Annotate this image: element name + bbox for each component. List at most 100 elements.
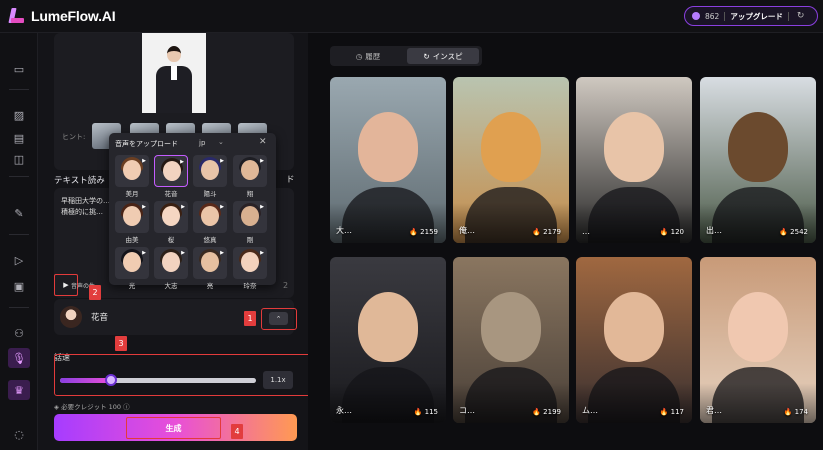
voice-label: 陽斗 [203,190,217,198]
upload-voice-link[interactable]: 音声をアップロード [115,139,178,149]
tile-title: 永… [336,406,352,415]
voice-option[interactable]: ▶ 陽斗 [193,155,227,199]
step-badge-1: 1 [244,311,256,326]
mic-icon[interactable]: 🎙 [8,348,30,368]
voice-label: 花音 [164,190,178,198]
voice-option[interactable]: ▶ 桜 [154,201,188,245]
divider [724,11,726,21]
play-icon[interactable]: ▶ [220,250,224,256]
like-count: 🔥 120 [659,228,684,236]
play-icon[interactable]: ▶ [180,159,184,165]
image-edit-icon[interactable]: ▤ [11,130,27,146]
layers-icon[interactable]: ◫ [11,151,27,167]
tile-title: ム… [582,406,598,415]
voice-option[interactable]: ▶ 亮 [193,247,227,291]
logo[interactable]: LumeFlow.AI [8,7,116,24]
chevron-up-icon: ⌃ [269,312,288,325]
left-rail: ▭ ▨ ▤ ◫ ✎ ▷ ▣ ⚇ 🎙 ♛ ◌ [0,33,38,450]
credits-pill[interactable]: 862 アップグレード ↻ [684,6,818,26]
upgrade-button[interactable]: アップグレード [730,11,783,22]
portrait-image[interactable] [142,33,206,113]
voice-avatar: ▶ [115,155,149,187]
crown-icon[interactable]: ♛ [8,380,30,400]
voice-label: 由美 [125,236,139,244]
clock-icon: ◷ [355,51,363,61]
gallery-tile[interactable]: 俺… 🔥 2179 [453,77,569,243]
tab-inspire[interactable]: ↻ インスピ [407,48,479,64]
gallery-tile[interactable]: … 🔥 120 [576,77,692,243]
voice-avatar: ▶ [193,247,227,279]
play-icon[interactable]: ▶ [181,204,185,210]
play-icon[interactable]: ▶ [220,204,224,210]
logo-icon [8,7,25,24]
selected-voice-row[interactable]: 花音 [54,299,294,335]
tile-title: 俺… [459,226,475,235]
tile-subject [481,292,541,362]
voice-label: 桜 [167,236,175,244]
voice-option[interactable]: ▶ 玲奈 [233,247,267,291]
voice-avatar: ▶ [233,201,267,233]
language-select[interactable]: jp [199,139,205,147]
folder-icon[interactable]: ▭ [11,61,27,77]
photo-edit-icon[interactable]: ✎ [11,205,27,221]
generate-label[interactable]: 生成 [126,417,221,439]
people-icon[interactable]: ⚇ [11,325,27,341]
speed-slider-fill [60,378,111,383]
rail-divider [9,234,29,235]
tab-history[interactable]: ◷ 履歴 [333,48,403,64]
play-icon[interactable]: ▶ [181,250,185,256]
play-icon[interactable]: ▶ [220,158,224,164]
voice-option[interactable]: ▶ 大志 [154,247,188,291]
gallery-tile[interactable]: 出… 🔥 2542 [700,77,816,243]
gallery-tile[interactable]: 君… 🔥 174 [700,257,816,423]
play-icon[interactable]: ▶ [142,250,146,256]
voice-option[interactable]: ▶ 花音 [154,155,188,199]
play-icon[interactable]: ▶ [260,250,264,256]
chevron-down-icon[interactable]: ⌄ [218,138,224,146]
rail-divider [9,307,29,308]
voice-option[interactable]: ▶ 美月 [115,155,149,199]
play-icon[interactable]: ▶ [260,204,264,210]
speed-slider-handle[interactable] [104,374,117,386]
voice-name: 花音 [91,313,109,323]
like-count: 🔥 117 [659,408,684,416]
close-icon[interactable]: ✕ [259,137,267,147]
voice-avatar: ▶ [193,201,227,233]
image-icon[interactable]: ▨ [11,107,27,123]
video-icon[interactable]: ▷ [11,252,27,268]
voice-label: 光 [128,282,136,290]
voice-avatar: ▶ [193,155,227,187]
play-icon[interactable]: ▶ [260,158,264,164]
voice-option[interactable]: ▶ 剛 [233,201,267,245]
image-to-video-icon[interactable]: ▣ [11,278,27,294]
gallery-tile[interactable]: コ… 🔥 2199 [453,257,569,423]
voice-label: 玲奈 [243,282,257,290]
voice-option[interactable]: ▶ 悠真 [193,201,227,245]
gallery-tile[interactable]: 大… 🔥 2159 [330,77,446,243]
tile-subject [604,292,664,362]
tile-subject [728,112,788,182]
gallery-tile[interactable]: ム… 🔥 117 [576,257,692,423]
speed-value[interactable]: 1.1x [263,371,293,389]
tile-title: 出… [706,226,722,235]
voice-option[interactable]: ▶ 光 [115,247,149,291]
voice-option[interactable]: ▶ 由美 [115,201,149,245]
step-badge-2: 2 [89,285,101,300]
like-count: 🔥 2159 [409,228,438,236]
voice-expand-button[interactable]: ⌃ [261,308,297,330]
chat-icon[interactable]: ◌ [11,426,27,442]
tile-subject [358,292,418,362]
like-count: 🔥 2199 [532,408,561,416]
divider [787,11,789,21]
voice-option[interactable]: ▶ 翔 [233,155,267,199]
voice-label: 剛 [246,236,254,244]
tile-subject [728,292,788,362]
voice-label: 大志 [164,282,178,290]
voice-label: 翔 [246,190,254,198]
voice-avatar: ▶ [154,247,188,279]
play-icon[interactable]: ▶ [142,204,146,210]
refresh-icon[interactable]: ↻ [797,11,805,21]
tile-title: 君… [706,406,722,415]
play-icon[interactable]: ▶ [142,158,146,164]
gallery-tile[interactable]: 永… 🔥 115 [330,257,446,423]
